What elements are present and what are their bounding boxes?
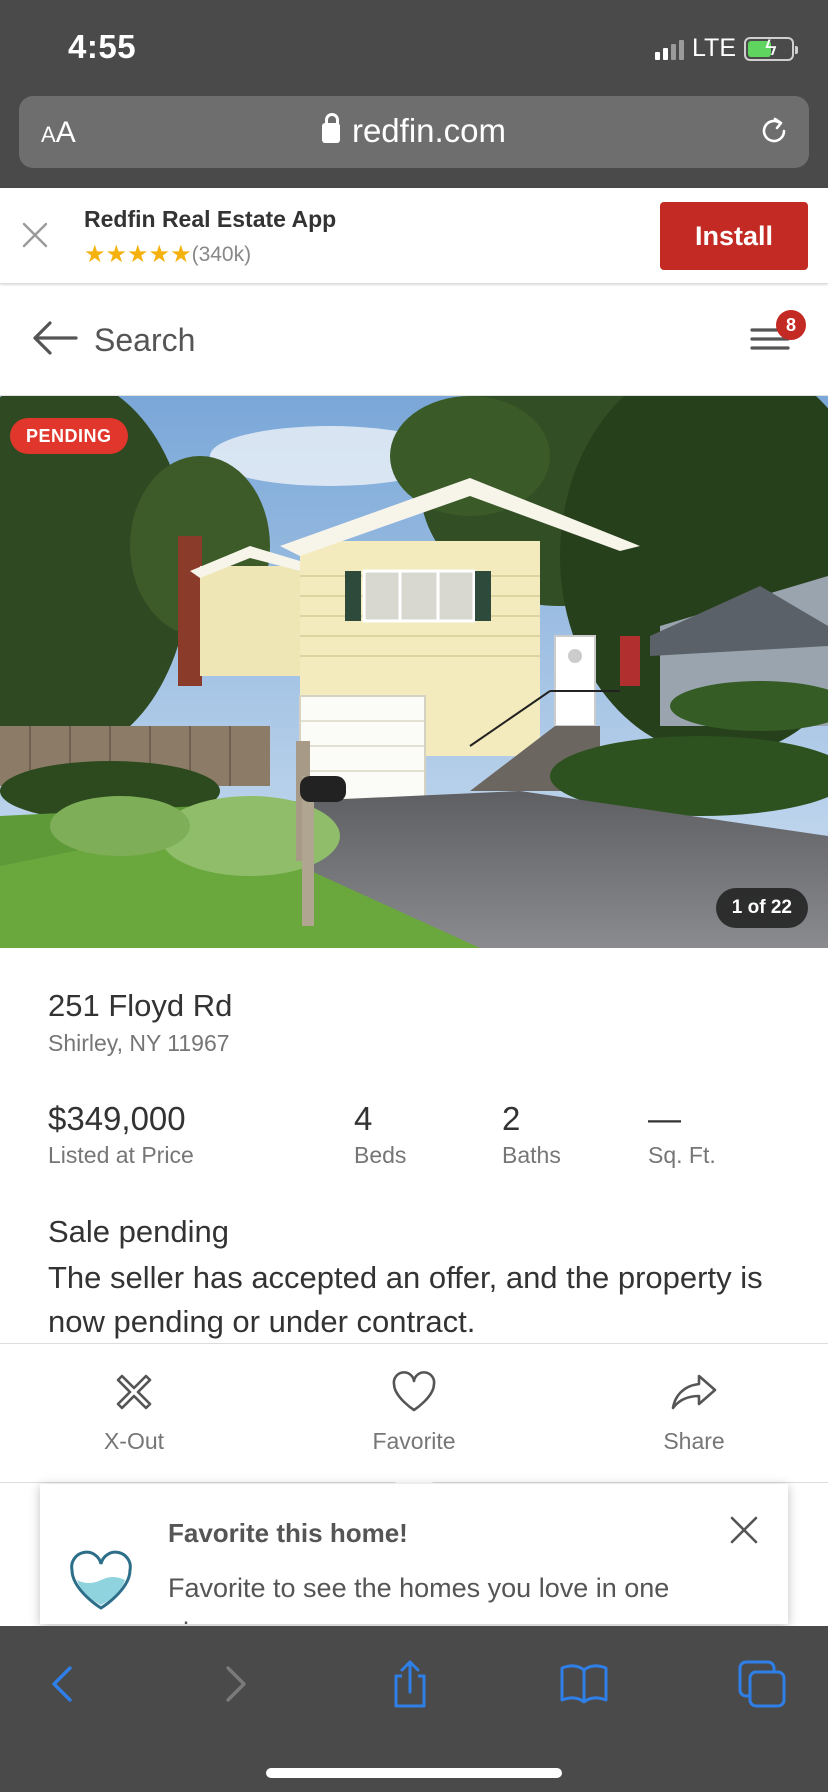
x-out-icon [116,1374,152,1410]
nav-header: Search 8 [0,286,828,396]
share-arrow-icon [671,1374,717,1410]
listing-address: 251 Floyd Rd [48,988,233,1023]
back-arrow-icon[interactable] [30,318,80,358]
notification-badge: 8 [776,310,806,340]
stat-value: 4 [354,1100,373,1137]
stat-label: Sq. Ft. [648,1142,716,1168]
stat-beds: 4 Beds [354,1100,406,1169]
lock-icon [321,113,340,143]
stat-sqft: — Sq. Ft. [648,1100,716,1169]
house-photo-illustration [0,396,828,948]
status-indicators: LTE ϟ [655,34,798,63]
stat-price: $349,000 Listed at Price [48,1100,194,1169]
share-label: Share [663,1428,725,1454]
url-display[interactable]: redfin.com [19,112,809,150]
browser-chrome-top: 4:55 LTE ϟ AA redfin.com [0,0,828,188]
stat-label: Listed at Price [48,1142,194,1168]
share-icon[interactable] [382,1656,438,1712]
status-time: 4:55 [68,28,137,65]
listing-photo[interactable]: PENDING 1 of 22 [0,396,828,948]
favorite-tooltip: Favorite this home! Favorite to see the … [40,1484,788,1624]
favorite-button[interactable]: Favorite [334,1370,494,1455]
share-button[interactable]: Share [614,1370,774,1455]
heart-icon [392,1371,436,1412]
tooltip-text: Favorite to see the homes you love in on… [168,1573,670,1624]
reload-icon[interactable] [757,114,791,148]
stat-value: — [648,1100,681,1137]
heart-illustration-icon [70,1550,132,1610]
install-button[interactable]: Install [660,202,808,270]
battery-icon: ϟ [744,35,798,61]
tooltip-caret [392,1464,436,1486]
stat-value: 2 [502,1100,521,1137]
x-out-button[interactable]: X-Out [54,1370,214,1455]
app-install-banner: Redfin Real Estate App ★★★★★ (340k) Inst… [0,188,828,284]
tooltip-title: Favorite this home! [168,1518,408,1548]
listing-stats: $349,000 Listed at Price 4 Beds 2 Baths … [48,1100,788,1180]
back-to-search-link[interactable]: Search [94,322,195,359]
x-out-label: X-Out [103,1428,165,1454]
banner-rating: ★★★★★ (340k) [84,240,251,269]
stat-label: Beds [354,1142,407,1168]
browser-toolbar [0,1626,828,1792]
listing-city: Shirley, NY 11967 [48,1030,230,1056]
favorite-label: Favorite [372,1428,456,1454]
tabs-icon[interactable] [734,1656,790,1712]
sale-status-description: The seller has accepted an offer, and th… [48,1260,763,1339]
stat-value: $349,000 [48,1100,186,1137]
close-icon[interactable] [18,218,52,252]
browser-forward-icon[interactable] [206,1656,262,1712]
browser-back-icon[interactable] [36,1656,92,1712]
home-indicator [266,1768,562,1778]
signal-strength-icon [655,38,684,60]
address-bar[interactable]: AA redfin.com [19,96,809,168]
close-icon[interactable] [728,1514,760,1546]
listing-action-bar: X-Out Favorite Share [0,1343,828,1483]
stat-label: Baths [502,1142,561,1168]
stat-baths: 2 Baths [502,1100,561,1169]
star-rating-icon: ★★★★★ [84,241,192,268]
banner-app-title: Redfin Real Estate App [84,206,337,232]
photo-counter: 1 of 22 [715,888,808,928]
url-text: redfin.com [351,112,507,149]
pending-status-badge: PENDING [10,418,128,454]
network-type: LTE [692,34,736,62]
bookmarks-icon[interactable] [556,1656,612,1712]
rating-count: (340k) [191,242,252,266]
sale-status-heading: Sale pending [48,1214,229,1249]
